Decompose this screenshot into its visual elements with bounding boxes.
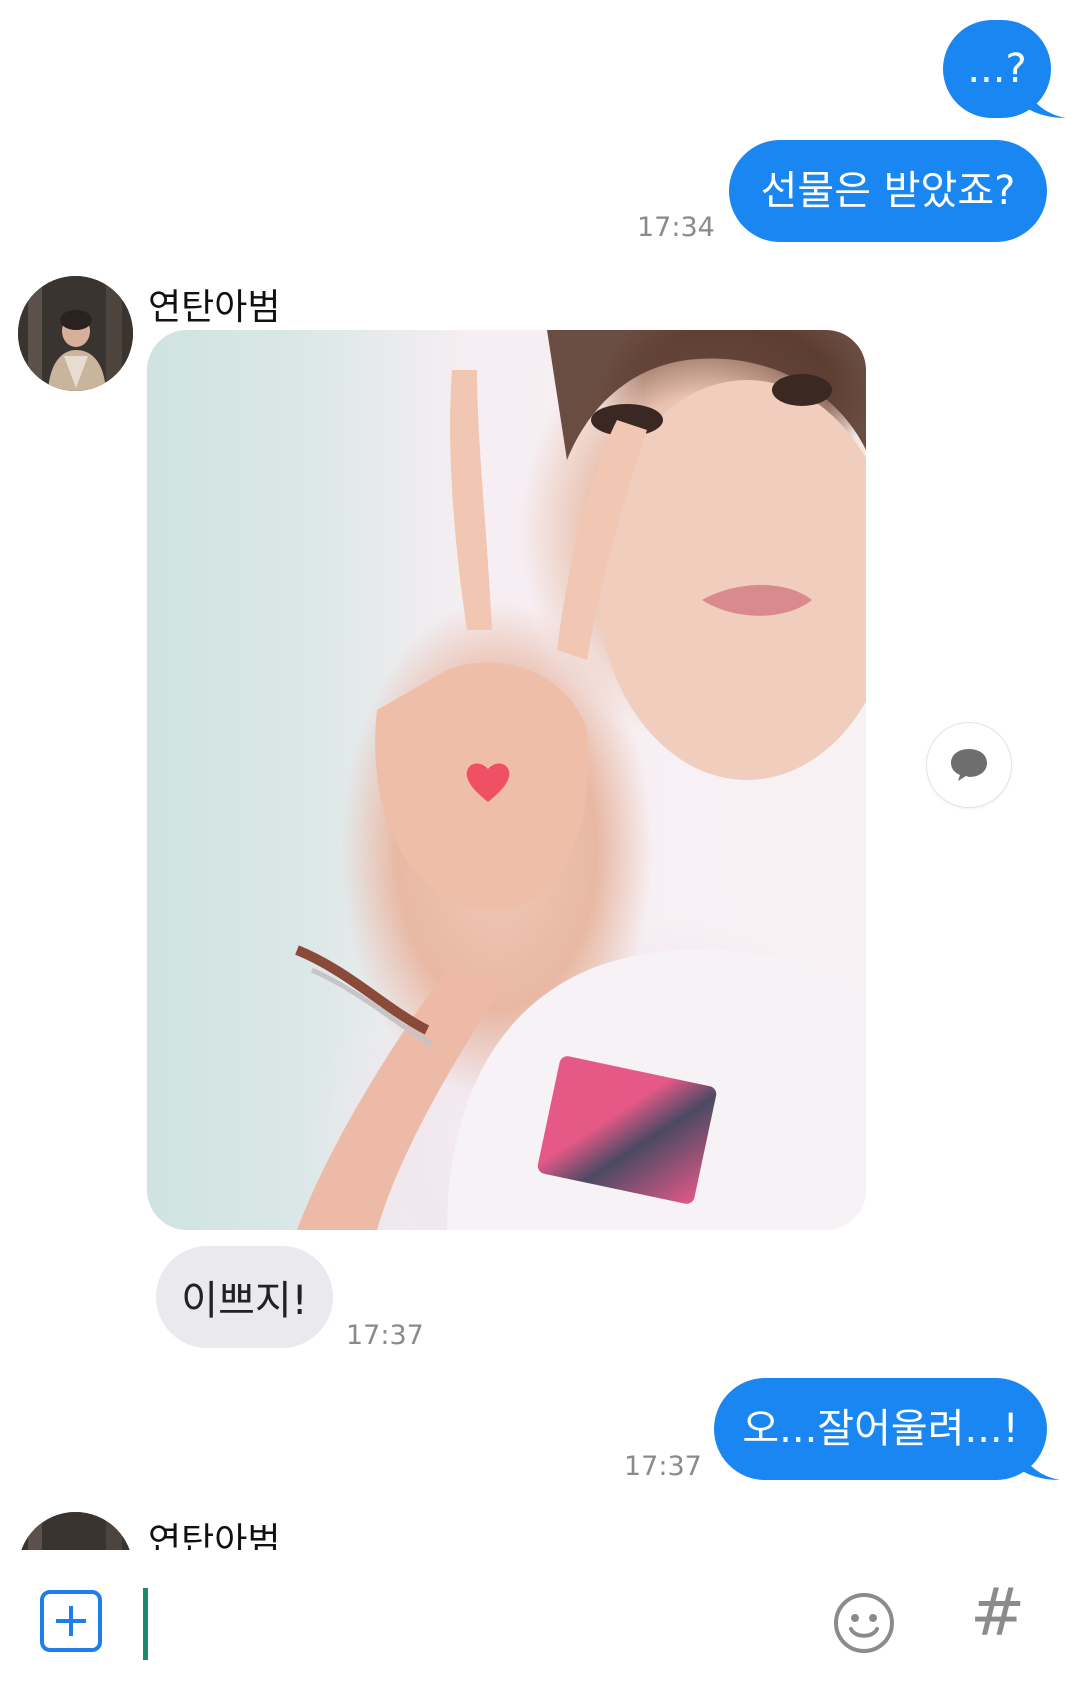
avatar[interactable]: [18, 1512, 133, 1550]
bubble-tail: [1016, 1440, 1060, 1480]
outgoing-message-bubble[interactable]: 선물은 받았죠?: [729, 140, 1047, 242]
hashtag-button[interactable]: #: [970, 1580, 1025, 1646]
sender-name: 연탄아범: [148, 1521, 281, 1550]
message-text: 이쁘지!: [181, 1278, 308, 1324]
heart-icon: [466, 763, 510, 802]
message-timestamp: 17:34: [637, 212, 715, 243]
emoji-button[interactable]: [833, 1592, 895, 1654]
avatar-photo: [18, 1512, 133, 1550]
avatar-photo: [18, 276, 133, 391]
message-input-bar: #: [0, 1550, 1080, 1698]
reply-button[interactable]: [926, 722, 1012, 808]
text-cursor[interactable]: [143, 1588, 148, 1660]
speech-bubble-icon: [951, 749, 987, 781]
chat-message-list[interactable]: ...? 선물은 받았죠? 17:34 연탄아범 이쁘지! 17:37 오...…: [0, 0, 1080, 1550]
plus-icon: [56, 1606, 86, 1636]
message-timestamp: 17:37: [346, 1320, 424, 1351]
sender-name: 연탄아범: [148, 287, 281, 328]
attach-button[interactable]: [40, 1590, 102, 1652]
message-timestamp: 17:37: [624, 1451, 702, 1482]
image-message[interactable]: [147, 330, 866, 1230]
avatar[interactable]: [18, 276, 133, 391]
outgoing-message-bubble[interactable]: 오...잘어울려...!: [714, 1378, 1047, 1480]
message-text: 오...잘어울려...!: [742, 1406, 1019, 1452]
bubble-tail: [1022, 78, 1066, 118]
message-text: 선물은 받았죠?: [760, 168, 1016, 214]
message-input[interactable]: [156, 1588, 760, 1662]
message-text: ...?: [967, 46, 1027, 92]
incoming-message-bubble[interactable]: 이쁘지!: [156, 1246, 333, 1348]
